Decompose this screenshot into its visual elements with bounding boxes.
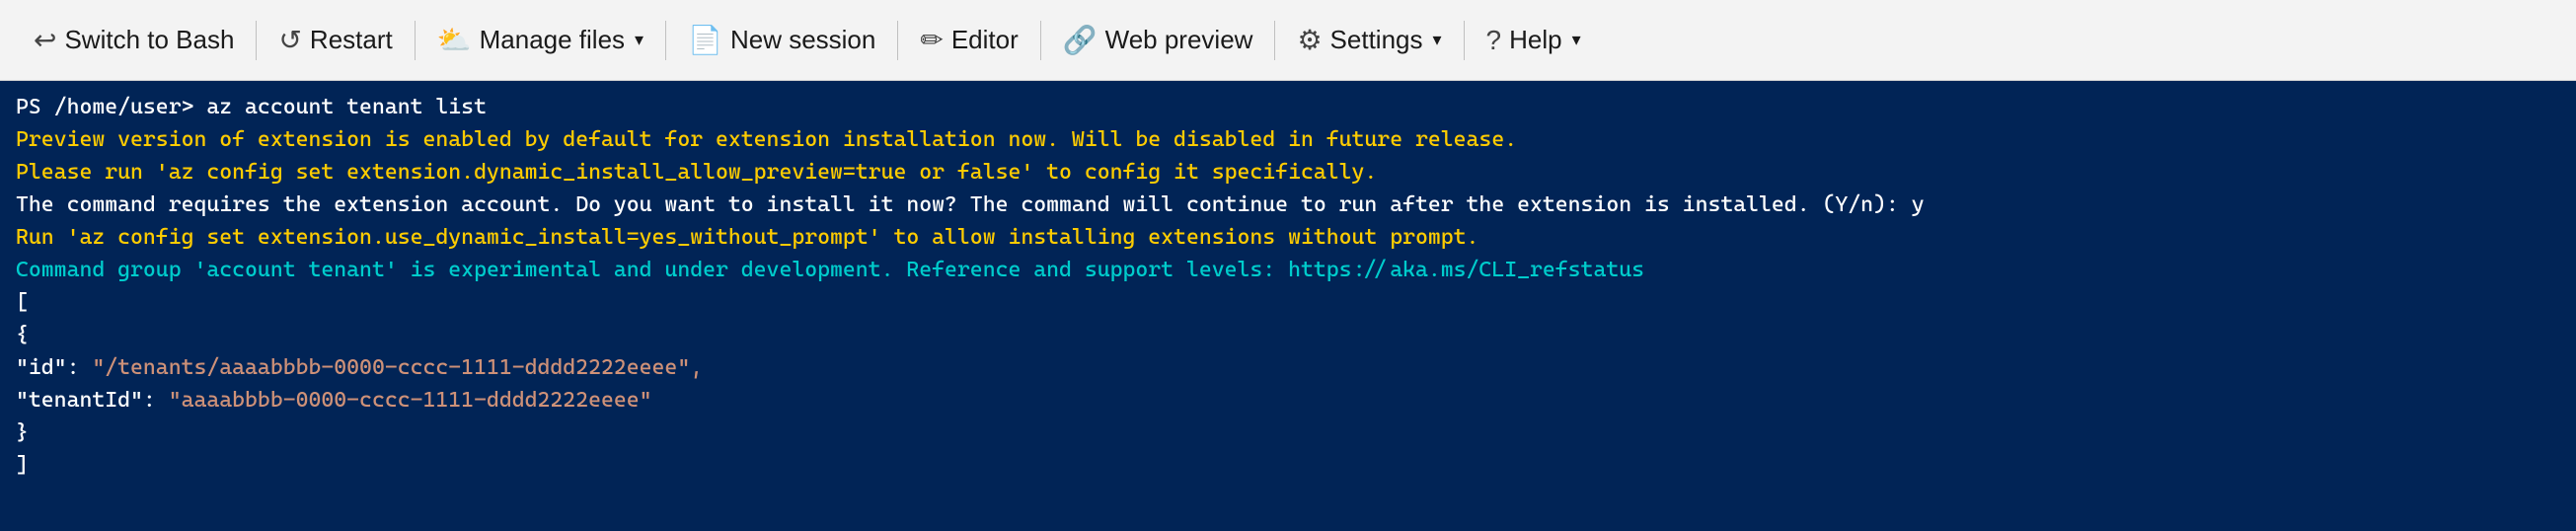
terminal-line-5: Command group 'account tenant' is experi… xyxy=(16,254,2560,286)
help-label: Help xyxy=(1509,25,1561,55)
settings-label: Settings xyxy=(1330,25,1423,55)
toolbar: ↩ Switch to Bash ↺ Restart ⛅ Manage files ▾ 📄 Ne… xyxy=(0,0,2576,81)
new-session-button[interactable]: 📄 New session xyxy=(670,0,893,80)
terminal-line-8: "id": "/tenants/aaaabbbb-0000-cccc-1111-… xyxy=(16,351,2560,384)
settings-button[interactable]: ⚙ Settings ▾ xyxy=(1279,0,1459,80)
new-session-label: New session xyxy=(730,25,875,55)
editor-button[interactable]: ✏ Editor xyxy=(902,0,1035,80)
restart-label: Restart xyxy=(310,25,393,55)
json-value: "aaaabbbb-0000-cccc-1111-dddd2222eeee" xyxy=(169,388,652,413)
switch-bash-label: Switch to Bash xyxy=(64,25,234,55)
toolbar-divider xyxy=(665,21,666,60)
json-key: "tenantId": xyxy=(16,388,169,413)
terminal-line-11: ] xyxy=(16,449,2560,482)
terminal-line-3: The command requires the extension accou… xyxy=(16,189,2560,221)
terminal-line-4: Run 'az config set extension.use_dynamic… xyxy=(16,221,2560,254)
restart-button[interactable]: ↺ Restart xyxy=(261,0,410,80)
terminal-line-0: PS /home/user> az account tenant list xyxy=(16,91,2560,123)
manage-files-label: Manage files xyxy=(480,25,625,55)
terminal-line-1: Preview version of extension is enabled … xyxy=(16,123,2560,156)
web-preview-button[interactable]: 🔗Web preview xyxy=(1045,0,1271,80)
restart-icon: ↺ xyxy=(278,24,301,56)
help-chevron-icon: ▾ xyxy=(1572,30,1581,50)
prompt-command: az account tenant list xyxy=(193,95,486,119)
editor-icon: ✏ xyxy=(920,24,943,56)
web-preview-label: Web preview xyxy=(1105,25,1253,55)
toolbar-divider xyxy=(1040,21,1041,60)
toolbar-divider xyxy=(1464,21,1465,60)
editor-label: Editor xyxy=(951,25,1019,55)
toolbar-divider xyxy=(1274,21,1275,60)
toolbar-divider xyxy=(897,21,898,60)
help-button[interactable]: ?Help ▾ xyxy=(1469,0,1599,80)
switch-bash-button[interactable]: ↩ Switch to Bash xyxy=(16,0,252,80)
settings-chevron-icon: ▾ xyxy=(1433,30,1442,50)
json-value: "/tenants/aaaabbbb-0000-cccc-1111-dddd22… xyxy=(92,355,703,380)
terminal-line-6: [ xyxy=(16,286,2560,319)
terminal-line-7: { xyxy=(16,319,2560,351)
manage-files-button[interactable]: ⛅ Manage files ▾ xyxy=(419,0,661,80)
manage-files-icon: ⛅ xyxy=(437,24,472,56)
new-session-icon: 📄 xyxy=(688,24,722,56)
manage-files-chevron-icon: ▾ xyxy=(635,30,644,50)
toolbar-divider xyxy=(415,21,416,60)
terminal-line-2: Please run 'az config set extension.dyna… xyxy=(16,156,2560,189)
switch-bash-icon: ↩ xyxy=(34,24,56,56)
terminal-line-9: "tenantId": "aaaabbbb-0000-cccc-1111-ddd… xyxy=(16,384,2560,417)
web-preview-icon: 🔗 xyxy=(1063,24,1098,56)
toolbar-divider xyxy=(256,21,257,60)
prompt-path: PS /home/user> xyxy=(16,95,193,119)
help-icon: ? xyxy=(1486,25,1502,56)
terminal: PS /home/user> az account tenant listPre… xyxy=(0,81,2576,531)
json-key: "id": xyxy=(16,355,92,380)
terminal-line-10: } xyxy=(16,417,2560,449)
settings-icon: ⚙ xyxy=(1297,24,1322,56)
